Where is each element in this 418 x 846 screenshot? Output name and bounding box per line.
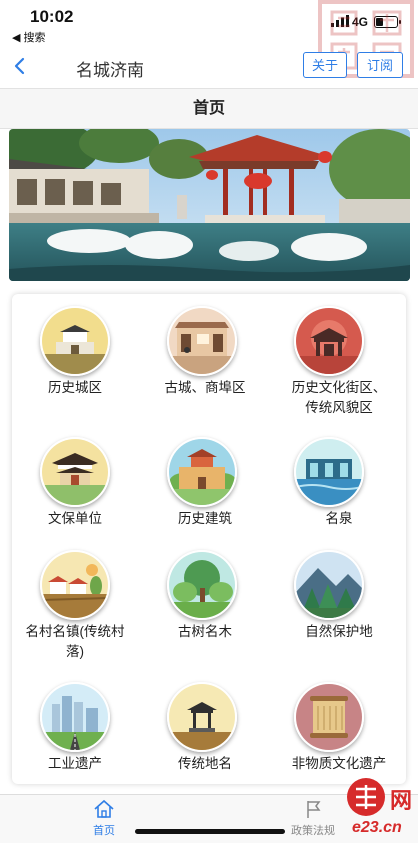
grid-item-label: 历史建筑 (178, 511, 232, 526)
grid-item-label: 传统地名 (178, 756, 232, 771)
tab-home-label: 首页 (93, 825, 115, 837)
old-street-icon (167, 306, 237, 376)
red-pavilion-icon (294, 306, 364, 376)
watermark-char: 网 (390, 788, 413, 813)
back-to-search-link[interactable]: ◀ 搜索 (12, 29, 46, 45)
grid-item-label: 古城、商埠区 (164, 380, 246, 395)
nav-bar: 名城济南 关于 订阅 (0, 44, 418, 88)
grid-item-label: 文保单位 (48, 511, 102, 526)
grid-item-label: 历史城区 (48, 380, 102, 395)
grid-item-label: 古树名木 (178, 624, 232, 639)
mountain-forest-icon (294, 550, 364, 620)
status-time: 10:02 (30, 7, 74, 26)
grid-item-label: 工业遗产 (48, 756, 102, 771)
tab-home[interactable]: 首页 (74, 799, 134, 838)
banner-image[interactable] (9, 129, 410, 281)
category-grid: 历史城区 古城、商埠区 历史文化街区、 传统风貌区 文保单位 历史建筑 名泉 名… (12, 294, 406, 784)
tab-policy-label: 政策法规 (291, 825, 335, 837)
grid-item-label: 自然保护地 (305, 624, 373, 639)
home-indicator (135, 829, 285, 834)
grid-item-label: 非物质文化遗产 (291, 756, 387, 771)
grid-item-label: 名泉 (325, 511, 353, 526)
tab-policy[interactable]: 政策法规 (283, 799, 343, 838)
pavilion-icon (167, 682, 237, 752)
site-watermark: 网 e23.cn (344, 775, 416, 841)
subscribe-button[interactable]: 订阅 (357, 52, 403, 78)
about-button[interactable]: 关于 (303, 52, 347, 78)
industry-icon (40, 682, 110, 752)
spring-icon (294, 437, 364, 507)
village-icon (40, 550, 110, 620)
tree-icon (167, 550, 237, 620)
temple-icon (40, 437, 110, 507)
scroll-icon (294, 682, 364, 752)
grid-item-label: 名村名镇(传统村 落) (25, 624, 125, 659)
city-gate-icon (40, 306, 110, 376)
page-title: 首页 (0, 88, 418, 129)
back-chevron-icon[interactable] (10, 54, 32, 78)
watermark-site: e23.cn (352, 819, 402, 836)
home-icon (94, 799, 114, 818)
nav-title: 名城济南 (76, 61, 144, 80)
city-wall-icon (167, 437, 237, 507)
grid-item-label: 历史文化街区、 传统风貌区 (291, 380, 387, 415)
flag-icon (307, 801, 321, 818)
